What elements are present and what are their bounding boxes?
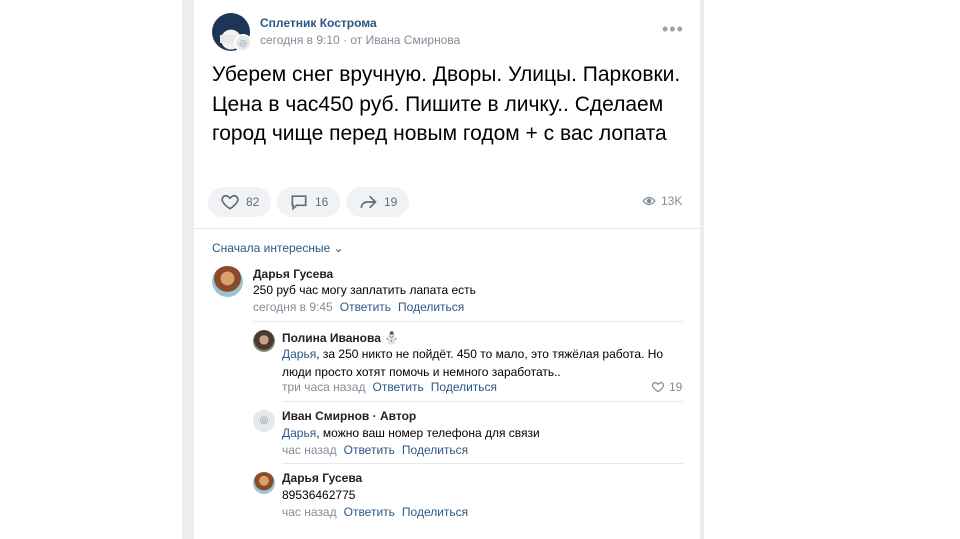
reply-link[interactable]: Ответить: [344, 505, 395, 519]
share-button[interactable]: 19: [346, 187, 410, 217]
views-count: 13K: [661, 194, 683, 208]
comment-body: , можно ваш номер телефона для связи: [316, 426, 540, 440]
comment-author[interactable]: Полина Иванова ⛄: [282, 331, 399, 345]
comment-text: 89536462775: [282, 488, 356, 502]
avatar[interactable]: [253, 330, 275, 352]
like-button[interactable]: 82: [208, 187, 272, 217]
comment-footer: сегодня в 9:45 Ответить Поделиться: [253, 300, 464, 314]
post-meta: сегодня в 9:10 · от Ивана Смирнова: [260, 33, 461, 47]
reply-link[interactable]: Ответить: [344, 443, 395, 457]
comment-author[interactable]: Дарья Гусева: [282, 471, 362, 485]
comment-text: 250 руб час могу заплатить лапата есть: [253, 283, 476, 297]
comment-time: три часа назад: [282, 380, 366, 394]
comment-count: 16: [315, 195, 329, 209]
like-count: 82: [246, 195, 260, 209]
comment-like-button[interactable]: 19: [651, 380, 682, 394]
comment-author[interactable]: Дарья Гусева: [253, 267, 333, 281]
post-text: Уберем снег вручную. Дворы. Улицы. Парко…: [212, 63, 681, 145]
eye-icon: [642, 196, 656, 206]
comment-footer: час назад Ответить Поделиться: [282, 505, 468, 519]
comment-separator: [253, 321, 683, 322]
post-divider: [194, 228, 700, 229]
reply-link[interactable]: Ответить: [340, 300, 391, 314]
more-dots-icon[interactable]: •••: [662, 20, 684, 38]
comment-author[interactable]: Иван Смирнов · Автор: [282, 409, 416, 423]
reply-link[interactable]: Ответить: [372, 380, 423, 394]
group-name[interactable]: Сплетник Кострома: [260, 16, 377, 30]
avatar[interactable]: [212, 266, 243, 297]
comment-text: Дарья, за 250 никто не пойдёт. 450 то ма…: [282, 345, 682, 381]
comment-time: час назад: [282, 443, 337, 457]
comments-sort-dropdown[interactable]: Сначала интересные ⌄: [212, 241, 344, 255]
comment-separator: [282, 401, 683, 402]
post-card: ◎ Сплетник Кострома сегодня в 9:10 · от …: [194, 0, 700, 539]
camera-icon[interactable]: ◎: [253, 410, 275, 432]
comment-time: час назад: [282, 505, 337, 519]
avatar[interactable]: [253, 472, 275, 494]
comment-text: Дарья, можно ваш номер телефона для связ…: [282, 424, 540, 442]
heart-icon: [221, 194, 239, 210]
camera-icon: ◎: [234, 34, 252, 52]
heart-icon: [651, 382, 665, 393]
share-link[interactable]: Поделиться: [431, 380, 497, 394]
share-link[interactable]: Поделиться: [398, 300, 464, 314]
comment-time: сегодня в 9:45: [253, 300, 333, 314]
comment-separator: [282, 463, 683, 464]
comment-text-line2: люди просто хотят помочь и немного зараб…: [282, 365, 561, 379]
views-counter: 13K: [642, 194, 682, 208]
comment-author-name[interactable]: Полина Иванова: [282, 331, 381, 345]
share-link[interactable]: Поделиться: [402, 505, 468, 519]
mention-link[interactable]: Дарья: [282, 426, 316, 440]
comment-text-line1: , за 250 никто не пойдёт. 450 то мало, э…: [316, 347, 664, 361]
comment-icon: [291, 195, 307, 211]
page-background-left: [182, 0, 194, 539]
comment-button[interactable]: 16: [277, 187, 341, 217]
page-background-right: [700, 0, 704, 539]
share-count: 19: [384, 195, 398, 209]
mention-link[interactable]: Дарья: [282, 347, 316, 361]
share-link[interactable]: Поделиться: [402, 443, 468, 457]
share-arrow-icon: [360, 195, 377, 209]
santa-emoji-icon: ⛄: [384, 331, 400, 345]
comment-like-count: 19: [669, 380, 683, 394]
comment-footer: час назад Ответить Поделиться: [282, 443, 468, 457]
comment-footer: три часа назад Ответить Поделиться: [282, 380, 497, 394]
